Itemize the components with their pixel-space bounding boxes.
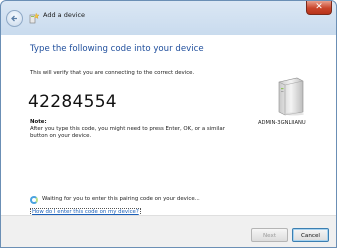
device-name: ADMIN-3GNLIIANU <box>258 120 306 126</box>
cancel-button[interactable]: Cancel <box>292 228 329 242</box>
note-text: After you type this code, you might need… <box>30 126 225 139</box>
next-button[interactable]: Next <box>251 228 288 242</box>
window-title: Add a device <box>43 11 86 19</box>
back-button[interactable] <box>6 10 23 27</box>
verify-subtext: This will verify that you are connecting… <box>30 70 195 76</box>
back-arrow-icon <box>11 15 17 22</box>
waiting-status-text: Waiting for you to enter this pairing co… <box>42 196 200 202</box>
close-icon: ✕ <box>315 2 323 12</box>
add-device-icon <box>29 12 40 24</box>
busy-spinner-icon <box>30 196 38 204</box>
add-device-window: Add a device ✕ Type the following code i… <box>0 0 337 248</box>
note-label: Note: <box>30 119 47 125</box>
computer-tower-icon <box>278 77 304 116</box>
content-area: Type the following code into your device… <box>1 35 336 216</box>
close-button[interactable]: ✕ <box>306 1 332 15</box>
footer-bar: Next Cancel <box>1 215 336 247</box>
title-bar: Add a device ✕ <box>1 1 336 35</box>
page-heading: Type the following code into your device <box>30 44 204 54</box>
pairing-code: 42284554 <box>28 92 117 112</box>
